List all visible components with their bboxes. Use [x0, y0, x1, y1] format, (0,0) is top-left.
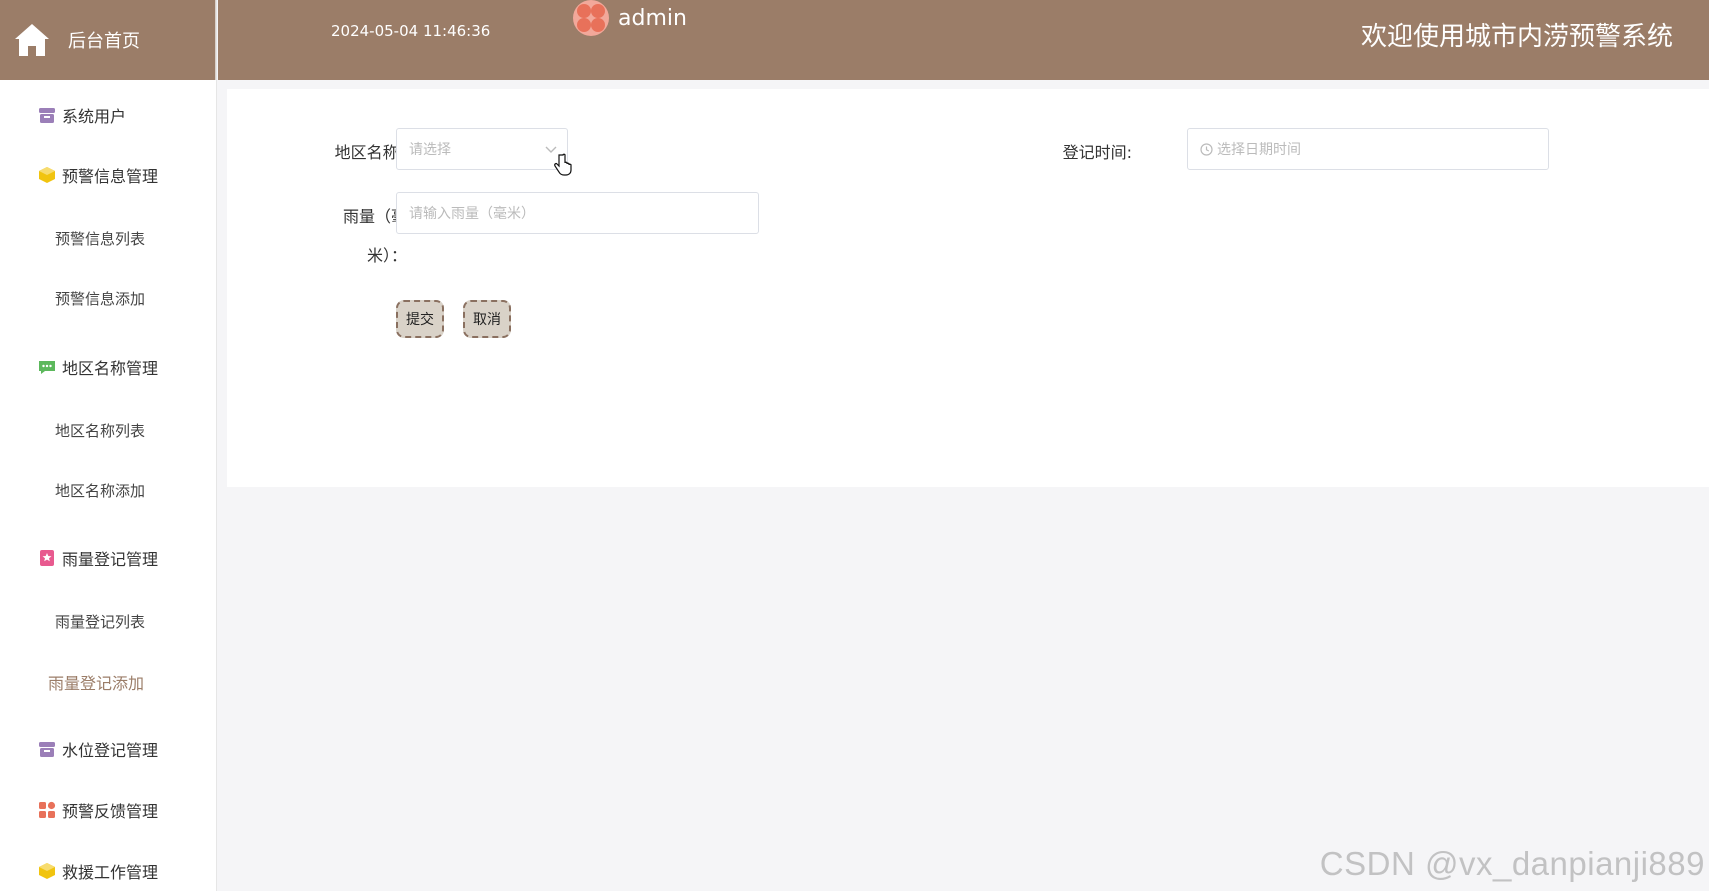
menu-region-names[interactable]: 地区名称管理	[0, 355, 216, 379]
region-select[interactable]: 请选择	[396, 128, 568, 170]
form-card: 地区名称: 请选择 登记时间: 选择日期时间 雨量（毫 米）： 请输入雨量（毫米…	[227, 89, 1709, 487]
menu-warning-info[interactable]: 预警信息管理	[0, 163, 216, 187]
submenu-rain-add[interactable]: 雨量登记添加	[0, 670, 216, 694]
datetime-placeholder: 选择日期时间	[1217, 142, 1301, 158]
chat-icon	[39, 361, 55, 374]
menu-warning-feedback[interactable]: 预警反馈管理	[0, 798, 216, 822]
pointer-cursor-icon	[554, 153, 572, 176]
archive-icon	[39, 742, 55, 757]
grid-icon	[39, 801, 56, 818]
rainfall-placeholder: 请输入雨量（毫米）	[409, 206, 535, 222]
badge-icon	[40, 550, 54, 566]
region-select-placeholder: 请选择	[409, 142, 451, 158]
clock-icon	[1200, 142, 1213, 156]
submenu-warning-add[interactable]: 预警信息添加	[0, 288, 216, 309]
avatar[interactable]	[573, 0, 609, 36]
submenu-warning-list[interactable]: 预警信息列表	[0, 228, 216, 249]
rainfall-label-line1: 雨量（毫	[342, 207, 407, 226]
menu-system-users[interactable]: 系统用户	[0, 103, 216, 127]
submenu-region-add[interactable]: 地区名称添加	[0, 480, 216, 501]
cube-icon	[39, 863, 55, 879]
menu-label: 地区名称管理	[62, 359, 159, 378]
brand-label: 后台首页	[68, 31, 140, 52]
datetime-picker[interactable]: 选择日期时间	[1187, 128, 1549, 170]
region-label: 地区名称:	[334, 143, 404, 162]
archive-icon	[39, 108, 55, 123]
menu-label: 预警信息管理	[62, 167, 159, 186]
menu-label: 预警反馈管理	[62, 802, 159, 821]
menu-water-level[interactable]: 水位登记管理	[0, 737, 216, 761]
menu-label: 水位登记管理	[62, 741, 159, 760]
submenu-rain-list[interactable]: 雨量登记列表	[0, 611, 216, 632]
menu-label: 救援工作管理	[62, 863, 159, 882]
menu-label: 雨量登记管理	[62, 550, 159, 569]
menu-label: 系统用户	[62, 107, 127, 126]
current-datetime: 2024-05-04 11:46:36	[331, 22, 491, 40]
cancel-button[interactable]: 取消	[463, 300, 511, 338]
menu-rescue-work[interactable]: 救援工作管理	[0, 859, 216, 883]
menu-rain-registration[interactable]: 雨量登记管理	[0, 546, 216, 570]
submenu-region-list[interactable]: 地区名称列表	[0, 420, 216, 441]
sidebar: 后台首页 系统用户 预警信息管理 预警信息列表 预警信息添加 地区名称管理 地区…	[0, 0, 217, 891]
cube-icon	[39, 167, 55, 183]
home-icon	[15, 24, 49, 56]
time-label: 登记时间:	[1062, 143, 1132, 162]
submit-button[interactable]: 提交	[396, 300, 444, 338]
username[interactable]: admin	[618, 6, 687, 31]
rainfall-input[interactable]: 请输入雨量（毫米）	[396, 192, 759, 234]
sidebar-home-link[interactable]: 后台首页	[0, 0, 216, 80]
watermark: CSDN @vx_danpianji889	[1319, 845, 1705, 882]
system-title: 欢迎使用城市内涝预警系统	[1360, 22, 1673, 52]
rainfall-label-line2: 米）：	[366, 246, 407, 265]
top-header: 2024-05-04 11:46:36 admin 欢迎使用城市内涝预警系统	[218, 0, 1709, 80]
